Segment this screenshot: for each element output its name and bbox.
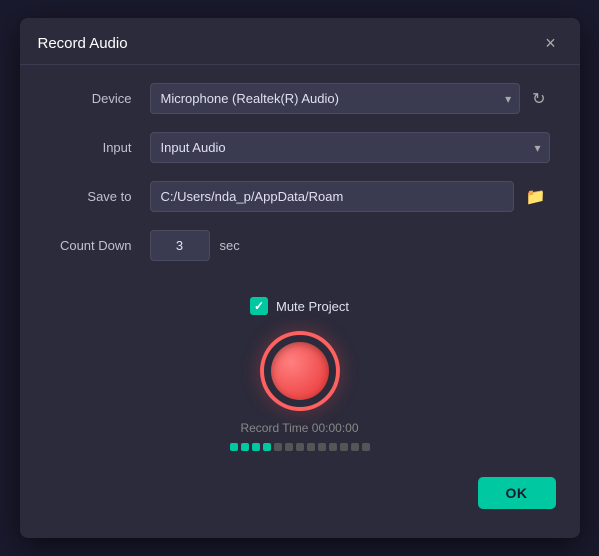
- folder-browse-button[interactable]: 📁: [522, 183, 550, 211]
- saveto-path: C:/Users/nda_p/AppData/Roam: [150, 181, 514, 212]
- countdown-input[interactable]: [150, 230, 210, 261]
- input-select[interactable]: Input Audio Stereo Mix: [151, 133, 549, 162]
- saveto-row: Save to C:/Users/nda_p/AppData/Roam 📁: [50, 181, 550, 212]
- audio-bar: [285, 443, 293, 451]
- record-time: Record Time 00:00:00: [240, 421, 358, 435]
- audio-bar: [241, 443, 249, 451]
- dialog-title: Record Audio: [38, 35, 128, 52]
- audio-bar: [296, 443, 304, 451]
- folder-icon: 📁: [526, 189, 546, 206]
- record-button[interactable]: [260, 331, 340, 411]
- audio-bar: [351, 443, 359, 451]
- audio-bar: [318, 443, 326, 451]
- device-select[interactable]: Microphone (Realtek(R) Audio) Default De…: [151, 84, 520, 113]
- bottom-area: OK: [20, 467, 580, 513]
- record-inner-circle: [271, 342, 329, 400]
- saveto-label: Save to: [50, 189, 150, 204]
- record-audio-dialog: Record Audio × Device Microphone (Realte…: [20, 18, 580, 538]
- ok-button[interactable]: OK: [478, 477, 556, 509]
- input-row: Input Input Audio Stereo Mix ▾: [50, 132, 550, 163]
- audio-bar: [263, 443, 271, 451]
- close-button[interactable]: ×: [540, 32, 562, 54]
- sec-label: sec: [220, 238, 240, 253]
- countdown-label: Count Down: [50, 238, 150, 253]
- audio-bar: [329, 443, 337, 451]
- record-area: Record Time 00:00:00: [20, 331, 580, 451]
- mute-checkbox[interactable]: [250, 297, 268, 315]
- audio-bar: [230, 443, 238, 451]
- countdown-row: Count Down sec: [50, 230, 550, 261]
- audio-visualizer: [230, 443, 370, 451]
- mute-label: Mute Project: [276, 299, 349, 314]
- audio-bar: [274, 443, 282, 451]
- device-label: Device: [50, 91, 150, 106]
- form-area: Device Microphone (Realtek(R) Audio) Def…: [20, 65, 580, 289]
- device-refresh-button[interactable]: ↻: [528, 85, 549, 113]
- mute-row: Mute Project: [20, 297, 580, 315]
- audio-bar: [252, 443, 260, 451]
- device-row: Device Microphone (Realtek(R) Audio) Def…: [50, 83, 550, 114]
- audio-bar: [362, 443, 370, 451]
- audio-bar: [307, 443, 315, 451]
- audio-bar: [340, 443, 348, 451]
- title-bar: Record Audio ×: [20, 18, 580, 65]
- device-select-wrapper[interactable]: Microphone (Realtek(R) Audio) Default De…: [150, 83, 521, 114]
- input-select-wrapper[interactable]: Input Audio Stereo Mix ▾: [150, 132, 550, 163]
- input-label: Input: [50, 140, 150, 155]
